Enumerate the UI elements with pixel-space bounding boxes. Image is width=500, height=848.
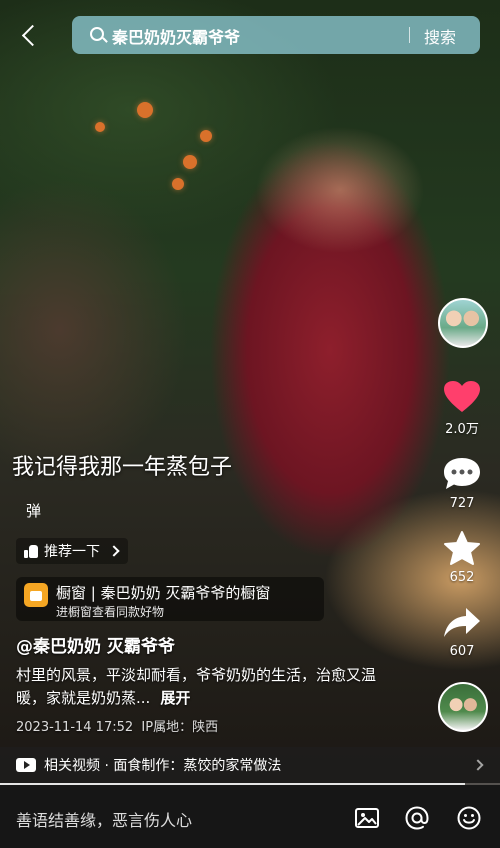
related-video-bar[interactable]: 相关视频 · 面食制作：蒸饺的家常做法 (0, 747, 500, 783)
star-icon (432, 530, 492, 566)
post-location: IP属地：陕西 (141, 720, 219, 735)
chevron-right-icon (472, 759, 484, 771)
video-caption-overlay: 我记得我那一年蒸包子 (12, 455, 233, 480)
favorite-button[interactable]: 652 (432, 530, 492, 585)
back-icon[interactable] (16, 20, 46, 50)
author-name[interactable]: @秦巴奶奶 灭霸爷爷 (16, 632, 175, 657)
favorite-count: 652 (449, 570, 475, 585)
comment-icon (432, 456, 492, 492)
search-icon (90, 27, 104, 41)
comment-bar: 善语结善缘，恶言伤人心 (0, 785, 500, 848)
description-text: 村里的风景，平淡却耐看，爷爷奶奶的生活，治愈又温暖，家就是奶奶蒸... (16, 666, 377, 707)
music-disc-avatar[interactable] (438, 682, 488, 732)
comment-input[interactable]: 善语结善缘，恶言伤人心 (16, 807, 192, 831)
search-box[interactable]: 秦巴奶奶灭霸爷爷 搜索 (72, 16, 480, 54)
recommend-label: 推荐一下 (44, 544, 100, 560)
related-video-text: 相关视频 · 面食制作：蒸饺的家常做法 (44, 758, 282, 774)
top-bar: 秦巴奶奶灭霸爷爷 搜索 (0, 14, 500, 56)
recommend-button[interactable]: 推荐一下 (16, 538, 128, 564)
like-button[interactable]: 2.0万 (432, 380, 492, 437)
orange-fruit (183, 155, 197, 169)
share-count: 607 (449, 644, 475, 659)
heart-icon (443, 380, 481, 414)
shop-title: 橱窗 | 秦巴奶奶 灭霸爷爷的橱窗 (56, 584, 271, 602)
chevron-right-icon (108, 545, 120, 557)
share-button[interactable]: 607 (432, 606, 492, 659)
post-timestamp: 2023-11-14 17:52 (16, 720, 134, 735)
expand-button[interactable]: 展开 (160, 689, 190, 707)
comment-button[interactable]: 727 (432, 456, 492, 511)
share-icon (432, 606, 492, 640)
search-query[interactable]: 秦巴奶奶灭霸爷爷 (112, 24, 240, 48)
shop-window-card[interactable]: 橱窗 | 秦巴奶奶 灭霸爷爷的橱窗 进橱窗查看同款好物 (16, 577, 324, 621)
shopping-bag-icon (24, 583, 48, 607)
comment-count: 727 (449, 496, 475, 511)
author-avatar[interactable] (438, 298, 488, 348)
shop-subtitle: 进橱窗查看同款好物 (56, 605, 165, 619)
at-mention-icon[interactable] (404, 805, 430, 831)
orange-fruit (95, 122, 105, 132)
like-count: 2.0万 (445, 422, 479, 437)
orange-fruit (200, 130, 212, 142)
search-divider (409, 27, 410, 43)
image-icon[interactable] (354, 805, 380, 831)
search-button[interactable]: 搜索 (424, 24, 456, 48)
thumbs-up-icon (24, 544, 38, 558)
post-meta: 2023-11-14 17:52 IP属地：陕西 (16, 716, 218, 735)
emoji-icon[interactable] (456, 805, 482, 831)
orange-fruit (172, 178, 184, 190)
danmaku-button[interactable]: 弹 (26, 500, 41, 521)
orange-fruit (137, 102, 153, 118)
post-description: 村里的风景，平淡却耐看，爷爷奶奶的生活，治愈又温暖，家就是奶奶蒸... 展开 (16, 664, 376, 710)
video-icon (16, 758, 36, 772)
